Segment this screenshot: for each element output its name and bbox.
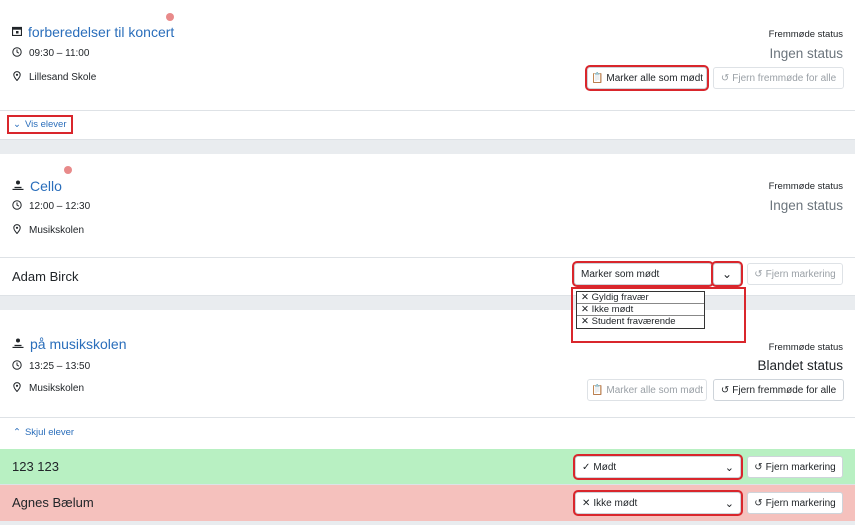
event-time: 09:30 – 11:00 [12,47,89,60]
event-card-2: Cello 12:00 – 12:30 Musikskolen Fremmøde… [0,154,855,258]
x-icon: ✕ [581,292,589,303]
location-pin-icon [12,71,22,84]
event-title[interactable]: Cello [12,178,62,194]
location-text: Musikskolen [29,225,85,236]
show-students-toggle[interactable]: ⌄ Vis elever [7,115,73,134]
person-icon [12,180,24,193]
option-student-absent[interactable]: ✕ Student fraværende [577,316,704,328]
spacer [0,140,855,154]
mark-all-attended-button[interactable]: 📋 Marker alle som mødt [585,65,709,91]
undo-icon: ↺ [754,268,763,280]
student-name: 123 123 [12,459,59,474]
attendance-options-menu[interactable]: ✕ Gyldig fravær ✕ Ikke mødt ✕ Student fr… [576,291,705,329]
student-name: Adam Birck [12,269,79,284]
toggle-row-3: ⌃ Skjul elever [0,418,855,449]
location-pin-icon [12,224,22,237]
undo-icon: ↺ [754,497,763,509]
attendance-dropdown-toggle[interactable]: ⌄ [711,261,743,287]
location-text: Lillesand Skole [29,72,97,83]
chevron-down-icon: ⌄ [13,119,21,130]
time-text: 13:25 – 13:50 [29,361,91,372]
event-location: Lillesand Skole [12,71,96,84]
event-location: Musikskolen [12,382,84,395]
attendance-select[interactable]: ✓ Mødt ⌄ [573,454,743,480]
remove-attendance-all-button[interactable]: ↺ Fjern fremmøde for alle [713,379,844,401]
x-icon: ✕ [582,497,591,509]
event-location: Musikskolen [12,224,84,237]
remove-marking-button[interactable]: ↺ Fjern markering [747,492,843,514]
time-text: 09:30 – 11:00 [29,48,90,59]
clock-icon [12,200,22,213]
student-row: Agnes Bælum ✕ Ikke mødt ⌄ ↺ Fjern marker… [0,485,855,521]
person-icon [12,338,24,351]
attendance-select[interactable]: ✕ Ikke mødt ⌄ [573,490,743,516]
attendance-select[interactable]: Marker som mødt [572,261,714,287]
option-not-attended[interactable]: ✕ Ikke mødt [577,304,704,316]
mark-all-attended-button[interactable]: 📋 Marker alle som mødt [587,379,707,401]
clipboard-icon: 📋 [590,384,604,396]
chevron-down-icon: ⌄ [724,497,734,510]
event-time: 13:25 – 13:50 [12,360,90,373]
undo-icon: ↺ [720,72,730,84]
chevron-down-icon: ⌄ [724,461,734,474]
check-icon: ✓ [582,461,591,473]
status-value: Blandet status [757,358,843,373]
chevron-down-icon: ⌄ [721,267,733,281]
remove-marking-button[interactable]: ↺ Fjern markering [747,456,843,478]
event-title-text[interactable]: på musikskolen [30,336,127,352]
clock-icon [12,360,22,373]
remove-marking-button[interactable]: ↺ Fjern markering [747,263,843,285]
notification-dot [64,166,72,174]
event-card-1: forberedelser til koncert 09:30 – 11:00 … [0,0,855,111]
calendar-icon [11,26,23,39]
undo-icon: ↺ [754,461,763,473]
status-value: Ingen status [769,46,843,61]
student-row: 123 123 ✓ Mødt ⌄ ↺ Fjern markering [0,449,855,485]
event-title[interactable]: på musikskolen [12,336,127,352]
status-label: Fremmøde status [768,29,843,40]
toggle-row-1: ⌄ Vis elever [0,111,855,140]
time-text: 12:00 – 12:30 [29,201,91,212]
undo-icon: ↺ [720,384,730,396]
x-icon: ✕ [581,316,589,327]
chevron-up-icon: ⌃ [13,427,21,438]
status-label: Fremmøde status [768,342,843,353]
hide-students-toggle[interactable]: ⌃ Skjul elever [9,425,78,440]
student-name: Agnes Bælum [12,495,94,510]
event-title-text[interactable]: forberedelser til koncert [28,24,174,40]
event-time: 12:00 – 12:30 [12,200,90,213]
event-title[interactable]: forberedelser til koncert [11,24,174,40]
location-pin-icon [12,382,22,395]
status-label: Fremmøde status [768,181,843,192]
clock-icon [12,47,22,60]
option-valid-absence[interactable]: ✕ Gyldig fravær [577,292,704,304]
x-icon: ✕ [581,304,589,315]
status-value: Ingen status [769,198,843,213]
clipboard-icon: 📋 [590,72,604,84]
notification-dot [166,13,174,21]
location-text: Musikskolen [29,383,85,394]
event-title-text[interactable]: Cello [30,178,62,194]
remove-attendance-all-button[interactable]: ↺ Fjern fremmøde for alle [713,67,844,89]
